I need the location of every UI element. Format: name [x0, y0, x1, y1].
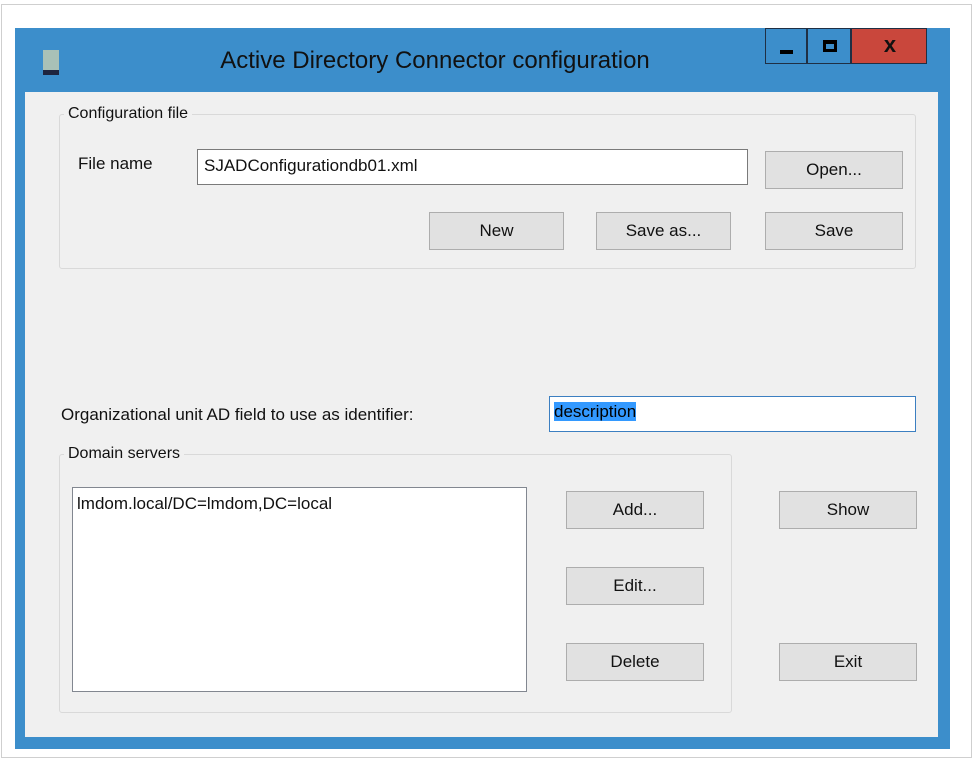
ou-identifier-field[interactable]: description — [549, 396, 916, 432]
ou-identifier-value: description — [554, 402, 637, 421]
show-button[interactable]: Show — [779, 491, 917, 529]
delete-button[interactable]: Delete — [566, 643, 704, 681]
minimize-icon — [780, 50, 793, 54]
dialog-window: Active Directory Connector configuration… — [15, 28, 950, 749]
app-icon — [43, 50, 59, 76]
edit-button[interactable]: Edit... — [566, 567, 704, 605]
file-name-field[interactable]: SJADConfigurationdb01.xml — [197, 149, 748, 185]
open-button[interactable]: Open... — [765, 151, 903, 189]
configuration-file-legend: Configuration file — [64, 105, 193, 123]
window-title: Active Directory Connector configuration — [220, 47, 650, 74]
add-button[interactable]: Add... — [566, 491, 704, 529]
file-name-label: File name — [78, 154, 153, 173]
ou-identifier-label: Organizational unit AD field to use as i… — [61, 405, 414, 424]
maximize-button[interactable] — [807, 28, 851, 64]
save-button[interactable]: Save — [765, 212, 903, 250]
list-item[interactable]: lmdom.local/DC=lmdom,DC=local — [77, 494, 522, 514]
save-as-button[interactable]: Save as... — [596, 212, 731, 250]
new-button[interactable]: New — [429, 212, 564, 250]
maximize-icon — [823, 40, 837, 52]
exit-button[interactable]: Exit — [779, 643, 917, 681]
domain-servers-list[interactable]: lmdom.local/DC=lmdom,DC=local — [72, 487, 527, 692]
close-icon: x — [883, 32, 897, 57]
domain-servers-legend: Domain servers — [64, 445, 185, 463]
minimize-button[interactable] — [765, 28, 807, 64]
dialog-client-area: Configuration file File name SJADConfigu… — [25, 92, 938, 737]
close-button[interactable]: x — [851, 28, 927, 64]
